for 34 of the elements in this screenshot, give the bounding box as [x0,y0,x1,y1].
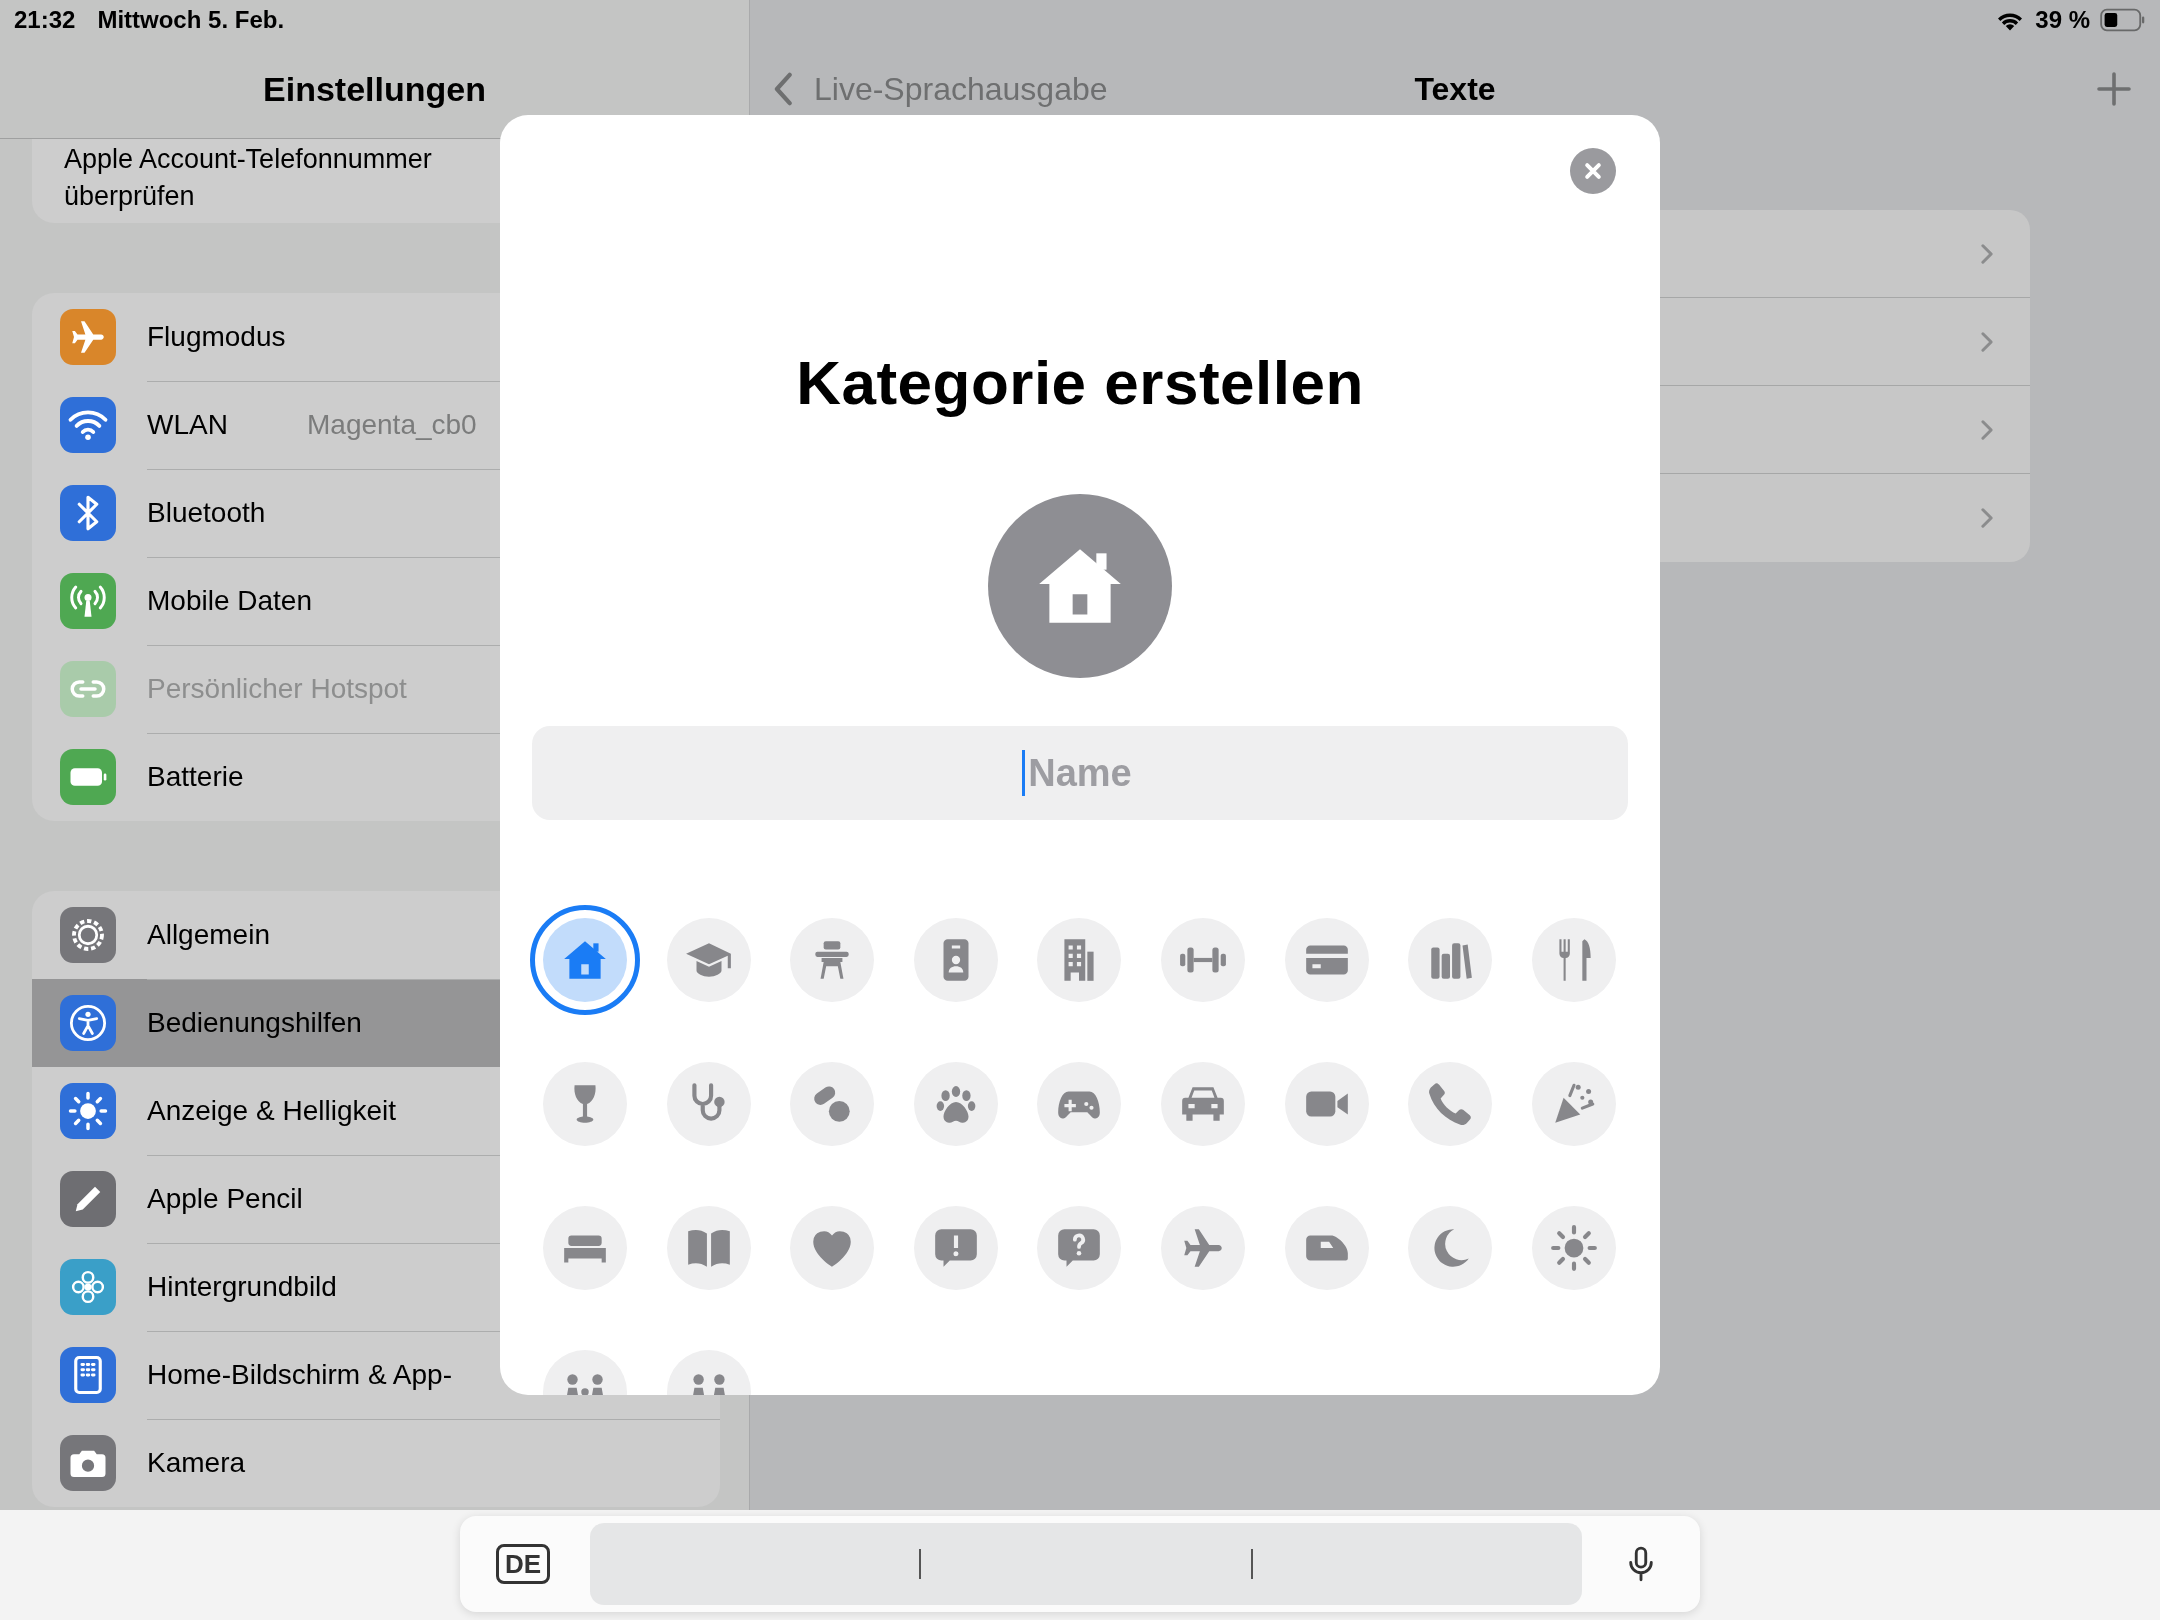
language-key[interactable]: DE [496,1544,551,1584]
settings-label: Apple Pencil [147,1182,304,1215]
settings-label: WLAN [147,408,229,441]
close-button[interactable] [1570,148,1616,194]
settings-label: Kamera [147,1447,247,1479]
sun-icon [1548,1223,1599,1273]
chevron-icon[interactable] [1980,507,1994,529]
settings-row[interactable]: Kamera [32,1419,720,1507]
settings-label: Mobile Daten [147,584,312,617]
chevron-icon[interactable] [1980,242,1994,265]
name-field[interactable]: Name [532,726,1628,820]
status-time: 21:32 [14,6,76,34]
settings-label: Allgemein [147,918,271,951]
page-title: Texte [1414,70,1496,108]
chevron-icon[interactable] [1980,418,1994,441]
settings-label: Hintergrundbild [147,1270,337,1303]
settings-label: Anzeige & Helligkeit [147,1094,397,1127]
text-cursor [1022,750,1025,796]
add-icon[interactable] [2096,71,2132,107]
account-notice-text: Apple Account-Telefonnummer überprüfen [64,143,433,213]
chevron-icon[interactable] [1980,330,1994,353]
sidebar-title: Einstellungen [263,69,486,109]
settings-label: Home-Bildschirm & App- [147,1358,452,1391]
back-chevron-icon [774,72,794,106]
status-date: Mittwoch 5. Feb. [97,6,285,34]
settings-label: Batterie [147,761,245,793]
battery-icon [2100,8,2146,32]
settings-label: Bedienungshilfen [147,1007,362,1039]
battery-percentage: 39 % [2035,6,2090,34]
dialog-title: Kategorie erstellen [796,348,1364,418]
settings-label: Persönlicher Hotspot [147,672,407,705]
settings-label: Bluetooth [147,496,267,529]
settings-value: Magenta_cb0 [307,408,477,441]
settings-label: Flugmodus [147,320,287,353]
